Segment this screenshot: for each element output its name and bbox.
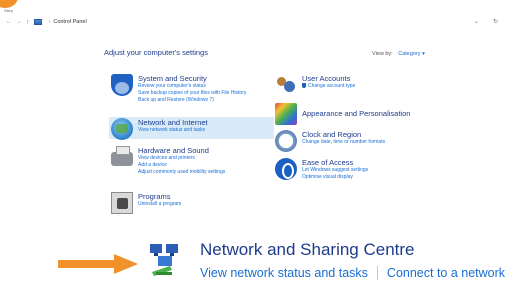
- category-ease-of-access: Ease of Access Let Windows suggest setti…: [275, 158, 368, 181]
- category-title-system-security[interactable]: System and Security: [138, 74, 246, 83]
- link-view-network-status-zoom[interactable]: View network status and tasks: [200, 266, 368, 280]
- view-by-dropdown[interactable]: Category ▾: [398, 51, 425, 57]
- category-user-accounts: User Accounts Change account type: [275, 74, 355, 96]
- link-mobility-settings[interactable]: Adjust commonly used mobility settings: [138, 169, 225, 176]
- link-connect-network[interactable]: Connect to a network: [387, 266, 505, 280]
- link-optimise-display[interactable]: Optimise visual display: [302, 174, 368, 181]
- link-change-account-type-label: Change account type: [308, 83, 356, 89]
- link-review-status[interactable]: Review your computer's status: [138, 83, 246, 90]
- breadcrumb-separator: ›: [48, 19, 51, 25]
- address-bar-controls: ⌄ ↻: [474, 18, 498, 25]
- forward-icon[interactable]: →: [16, 19, 22, 25]
- back-icon[interactable]: ←: [6, 19, 12, 25]
- printer-icon[interactable]: [111, 146, 133, 166]
- category-hardware-sound: Hardware and Sound View devices and prin…: [111, 146, 225, 176]
- link-divider: [376, 266, 378, 280]
- category-title-clock-region[interactable]: Clock and Region: [302, 130, 385, 139]
- refresh-icon[interactable]: ↻: [493, 18, 498, 25]
- link-uninstall-program[interactable]: Uninstall a program: [138, 201, 181, 208]
- uac-shield-icon: [302, 83, 306, 88]
- link-add-device[interactable]: Add a device: [138, 162, 225, 169]
- category-title-appearance[interactable]: Appearance and Personalisation: [302, 109, 410, 118]
- shield-icon[interactable]: [111, 74, 133, 96]
- category-clock-region: Clock and Region Change date, time or nu…: [275, 130, 385, 152]
- category-title-network-internet[interactable]: Network and Internet: [138, 118, 208, 127]
- view-by: View by: Category ▾: [372, 51, 425, 57]
- ease-of-access-icon[interactable]: [275, 158, 297, 180]
- link-suggest-settings[interactable]: Let Windows suggest settings: [302, 167, 368, 174]
- category-network-internet[interactable]: Network and Internet View network status…: [109, 117, 274, 140]
- link-devices-printers[interactable]: View devices and printers: [138, 155, 225, 162]
- globe-icon[interactable]: [111, 118, 133, 140]
- category-title-ease-of-access[interactable]: Ease of Access: [302, 158, 368, 167]
- category-title-user-accounts[interactable]: User Accounts: [302, 74, 355, 83]
- network-sharing-centre-title[interactable]: Network and Sharing Centre: [200, 240, 415, 260]
- programs-icon[interactable]: [111, 192, 133, 214]
- category-title-programs[interactable]: Programs: [138, 192, 181, 201]
- network-sharing-links: View network status and tasks Connect to…: [200, 266, 505, 280]
- users-icon[interactable]: [275, 74, 297, 96]
- up-icon[interactable]: ↑: [26, 19, 30, 26]
- control-panel-window: Step ← → ↑ › Control Panel ⌄ ↻ Adjust yo…: [0, 0, 514, 302]
- arrow-right-icon: [58, 254, 138, 274]
- view-by-label: View by:: [372, 51, 393, 57]
- breadcrumb-control-panel[interactable]: Control Panel: [53, 19, 86, 25]
- address-bar: ← → ↑ › Control Panel ⌄ ↻: [0, 12, 514, 32]
- step-badge: [0, 0, 18, 8]
- appearance-icon[interactable]: [275, 103, 297, 125]
- link-file-history[interactable]: Save backup copies of your files with Fi…: [138, 90, 246, 97]
- link-change-account-type[interactable]: Change account type: [302, 83, 355, 90]
- category-appearance: Appearance and Personalisation: [275, 103, 410, 125]
- chevron-down-icon[interactable]: ⌄: [474, 18, 479, 25]
- link-change-date-formats[interactable]: Change date, time or number formats: [302, 139, 385, 146]
- clock-icon[interactable]: [275, 130, 297, 152]
- category-programs: Programs Uninstall a program: [111, 192, 181, 214]
- link-view-network-status[interactable]: View network status and tasks: [138, 127, 208, 134]
- link-backup-restore[interactable]: Back up and Restore (Windows 7): [138, 97, 246, 104]
- control-panel-icon: [33, 19, 42, 25]
- category-system-security: System and Security Review your computer…: [111, 74, 246, 104]
- network-sharing-icon[interactable]: [148, 240, 184, 278]
- category-title-hardware-sound[interactable]: Hardware and Sound: [138, 146, 225, 155]
- page-title: Adjust your computer's settings: [104, 48, 208, 57]
